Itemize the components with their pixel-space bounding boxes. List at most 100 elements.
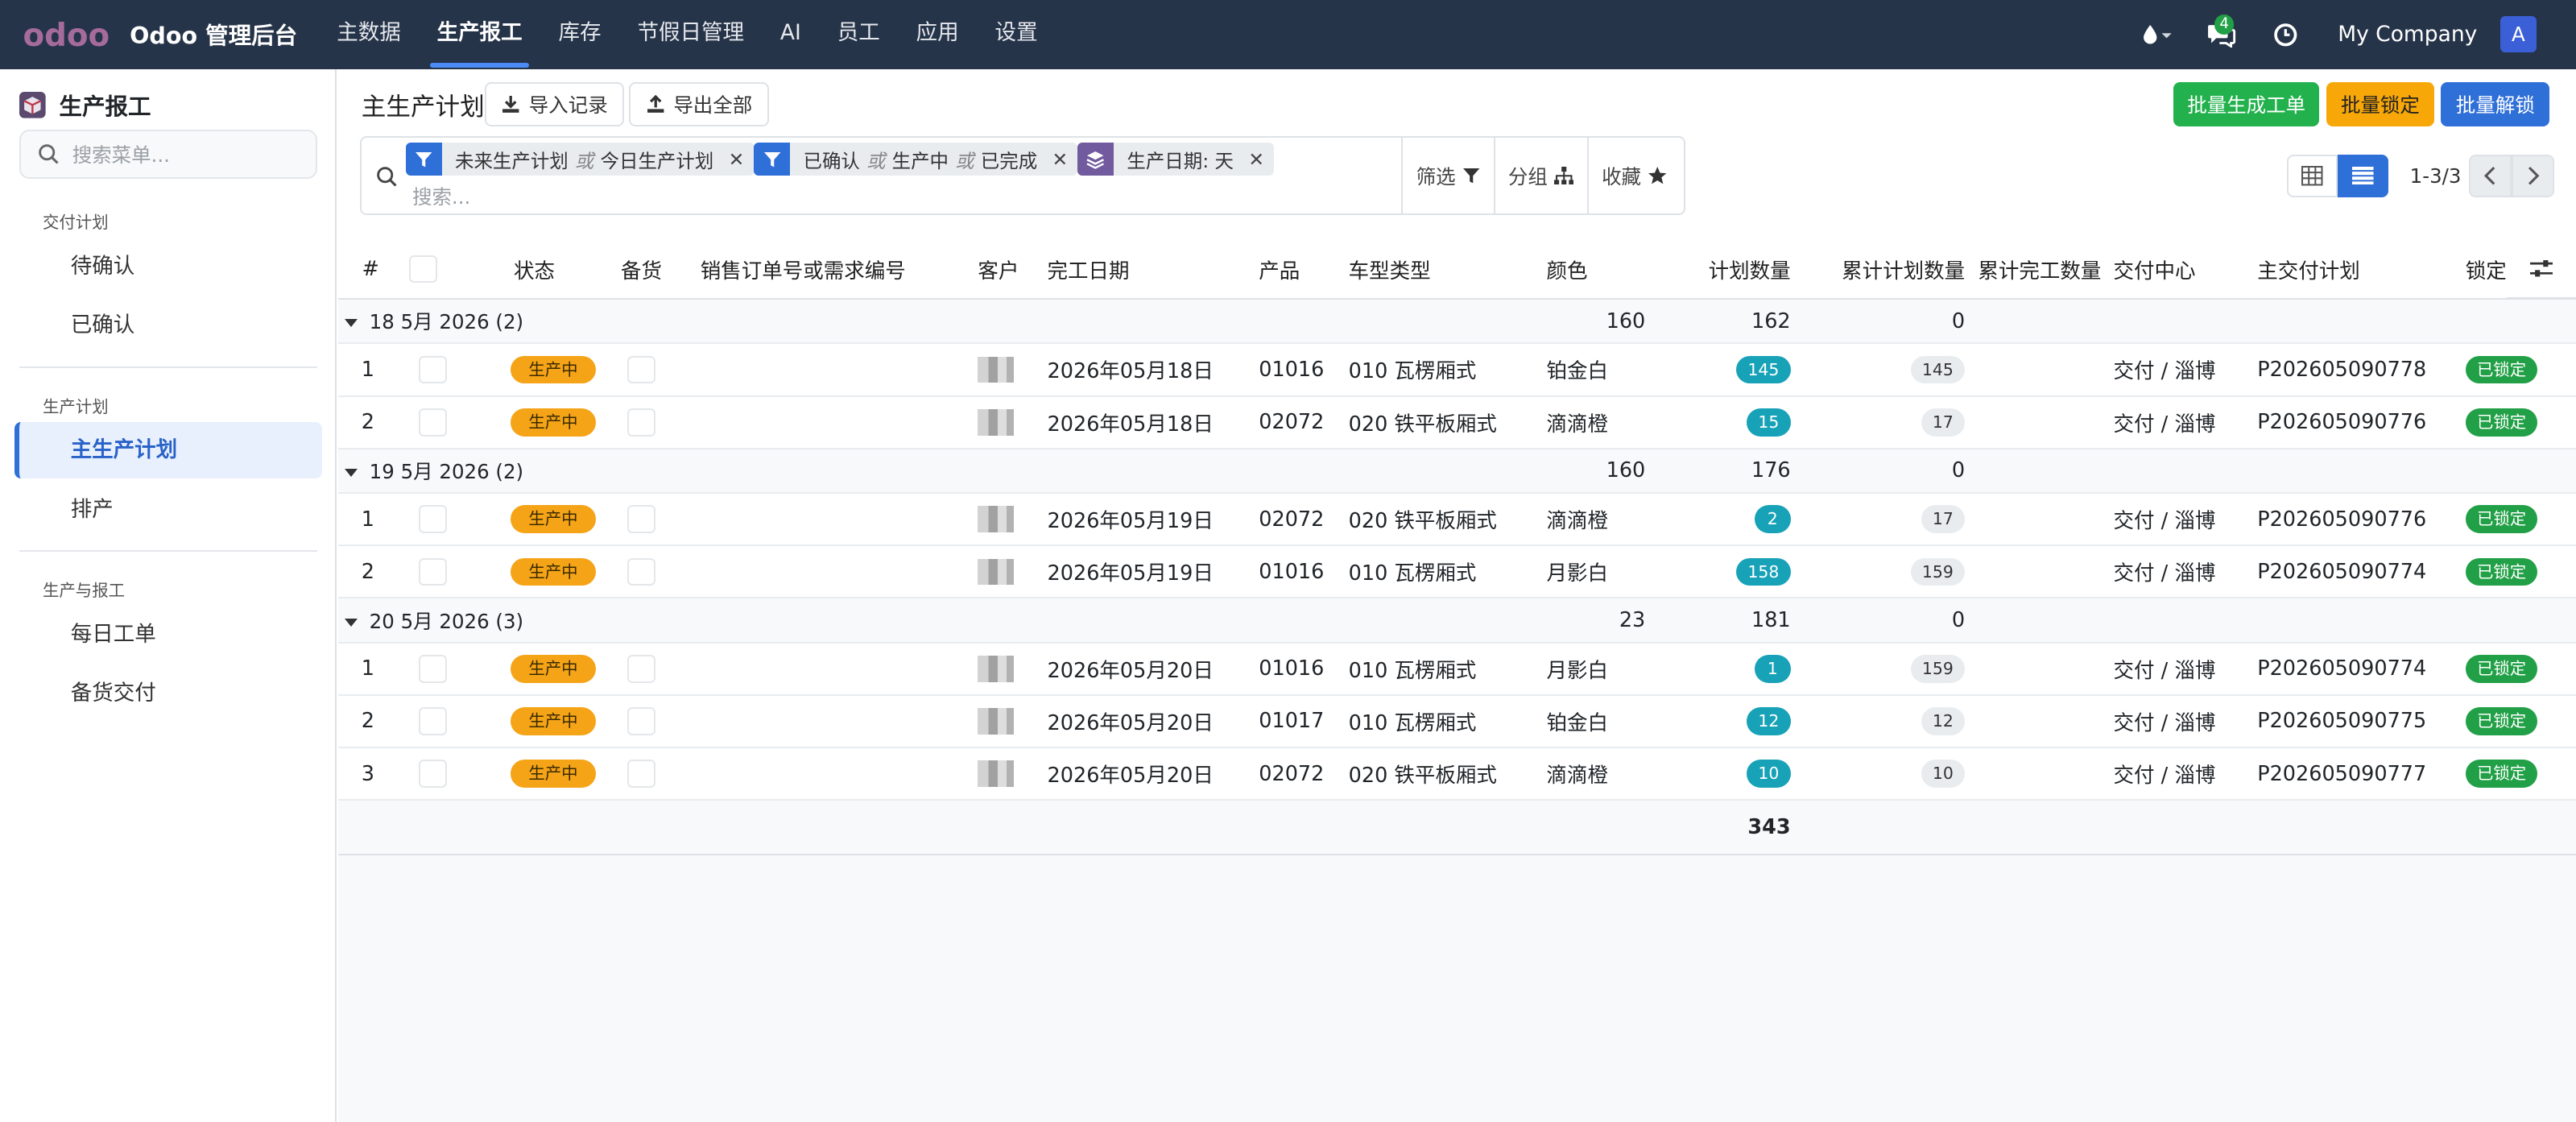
company-switcher[interactable]: My Company: [2338, 22, 2477, 47]
group-row[interactable]: 18 5月 2026 (2) 160 162 0: [338, 299, 2576, 345]
column-header[interactable]: 累计完工数量: [1971, 239, 2107, 300]
cumulative-plan-badge: 159: [1910, 557, 1966, 586]
product-cell: 02072: [1252, 492, 1342, 547]
status-cell: 生产中: [494, 642, 614, 696]
row-checkbox[interactable]: [419, 557, 448, 586]
row-checkbox[interactable]: [419, 355, 448, 384]
group-name[interactable]: 18 5月 2026 (2): [338, 299, 1540, 345]
nav-item[interactable]: 主数据: [320, 0, 417, 69]
column-header[interactable]: 颜色: [1540, 239, 1662, 300]
search-input[interactable]: 搜索...: [412, 182, 470, 210]
sidebar-item[interactable]: 每日工单: [14, 607, 321, 662]
column-header[interactable]: 交付中心: [2107, 239, 2251, 300]
pager-value[interactable]: 1-3/3: [2410, 164, 2462, 188]
stock-checkbox[interactable]: [627, 557, 655, 586]
delivery-center-cell: 交付 / 淄博: [2107, 694, 2251, 749]
column-header[interactable]: 销售订单号或需求编号: [693, 239, 972, 300]
cumulative-plan-cell: 12: [1797, 694, 1972, 749]
row-checkbox[interactable]: [419, 408, 448, 437]
select-all-checkbox[interactable]: [409, 255, 437, 284]
sidebar-item[interactable]: 主生产计划: [14, 422, 322, 478]
user-avatar[interactable]: A: [2500, 16, 2537, 53]
filter-facet[interactable]: 已确认或生产中或已完成 ✕: [754, 143, 1078, 176]
batch-generate-workorders-button[interactable]: 批量生成工单: [2173, 81, 2320, 127]
row-number: 2: [338, 694, 403, 749]
groupby-facet[interactable]: 生产日期: 天 ✕: [1077, 143, 1275, 176]
table-row[interactable]: 1 生产中 2026年05月19日 02072 020 铁平板厢式 滴滴橙 2 17 交付 / …: [338, 492, 2576, 547]
table-row[interactable]: 1 生产中 2026年05月20日 01016 010 瓦楞厢式 月影白 1 159 交付 / …: [338, 642, 2576, 696]
group-name[interactable]: 20 5月 2026 (3): [338, 598, 1540, 644]
nav-item[interactable]: 员工: [821, 0, 896, 69]
column-header[interactable]: 车型类型: [1342, 239, 1540, 300]
column-header[interactable]: 主交付计划: [2251, 239, 2459, 300]
chat-icon[interactable]: 4: [2190, 0, 2253, 69]
sidebar-item[interactable]: 排产: [14, 482, 321, 537]
table-row[interactable]: 2 生产中 2026年05月20日 01017 010 瓦楞厢式 铂金白 12 12 交付 / …: [338, 694, 2576, 749]
status-badge: 生产中: [510, 355, 597, 384]
column-header[interactable]: 状态: [494, 239, 614, 300]
stock-checkbox[interactable]: [627, 707, 655, 735]
remove-facet-icon[interactable]: ✕: [1248, 148, 1264, 171]
batch-lock-button[interactable]: 批量锁定: [2326, 81, 2435, 127]
stock-checkbox[interactable]: [627, 408, 655, 437]
nav-item[interactable]: 库存: [542, 0, 618, 69]
column-header[interactable]: 完工日期: [1040, 239, 1253, 300]
search-bar[interactable]: 未来生产计划或今日生产计划 ✕ 已确认或生产中或已完成 ✕ 生产日期: 天 ✕ 搜索...…: [359, 136, 1686, 216]
sidebar-item[interactable]: 已确认: [14, 297, 321, 353]
totals-empty-cell: [693, 800, 972, 855]
row-checkbox[interactable]: [419, 760, 448, 789]
drop-icon[interactable]: [2124, 0, 2190, 69]
row-select-cell: [403, 642, 494, 696]
group-row[interactable]: 19 5月 2026 (2) 160 176 0: [338, 448, 2576, 494]
column-header[interactable]: #: [338, 239, 403, 300]
totals-row: 343: [338, 800, 2576, 855]
pivot-view-button[interactable]: [2286, 154, 2338, 197]
batch-unlock-button[interactable]: 批量解锁: [2441, 81, 2550, 127]
status-cell: 生产中: [494, 492, 614, 547]
column-header[interactable]: [403, 239, 494, 300]
nav-item[interactable]: 设置: [978, 0, 1054, 69]
menu-search-input[interactable]: 搜索菜单...: [19, 130, 317, 180]
group-row[interactable]: 20 5月 2026 (3) 23 181 0: [338, 598, 2576, 644]
stock-checkbox[interactable]: [627, 505, 655, 533]
row-checkbox[interactable]: [419, 505, 448, 533]
table-row[interactable]: 3 生产中 2026年05月20日 02072 020 铁平板厢式 滴滴橙 10 10 交付 /…: [338, 747, 2576, 801]
import-records-button[interactable]: 导入记录: [484, 81, 625, 127]
optional-columns-toggle[interactable]: [2507, 239, 2576, 300]
column-header[interactable]: 累计计划数量: [1797, 239, 1972, 300]
remove-facet-icon[interactable]: ✕: [1052, 148, 1069, 171]
favorites-dropdown[interactable]: 收藏: [1586, 138, 1684, 214]
table-row[interactable]: 2 生产中 2026年05月19日 01016 010 瓦楞厢式 月影白 158 159 交付 …: [338, 545, 2576, 599]
order-number-cell: [693, 545, 972, 599]
odoo-logo[interactable]: odoo: [23, 18, 110, 54]
nav-item[interactable]: 应用: [899, 0, 975, 69]
table-row[interactable]: 1 生产中 2026年05月18日 01016 010 瓦楞厢式 铂金白 145 145 交付 …: [338, 343, 2576, 397]
export-all-button[interactable]: 导出全部: [629, 81, 769, 127]
column-header[interactable]: 产品: [1252, 239, 1342, 300]
filter-dropdown[interactable]: 筛选: [1401, 138, 1493, 214]
sidebar-item[interactable]: 待确认: [14, 238, 321, 294]
nav-item[interactable]: 生产报工: [420, 0, 539, 69]
nav-item[interactable]: AI: [764, 0, 818, 69]
row-checkbox[interactable]: [419, 707, 448, 735]
pager-previous-button[interactable]: [2469, 154, 2512, 197]
column-header[interactable]: 客户: [971, 239, 1041, 300]
remove-facet-icon[interactable]: ✕: [729, 148, 745, 171]
table-row[interactable]: 2 生产中 2026年05月18日 02072 020 铁平板厢式 滴滴橙 15 17 交付 /…: [338, 395, 2576, 449]
group-sum-cumulative: 0: [1797, 299, 1972, 345]
column-header[interactable]: 计划数量: [1661, 239, 1797, 300]
pager-next-button[interactable]: [2512, 154, 2555, 197]
row-checkbox[interactable]: [419, 654, 448, 683]
cumulative-plan-badge: 10: [1921, 760, 1966, 789]
nav-item[interactable]: 节假日管理: [621, 0, 760, 69]
stock-checkbox[interactable]: [627, 355, 655, 384]
column-header[interactable]: 备货: [614, 239, 694, 300]
list-view-button[interactable]: [2337, 154, 2389, 197]
groupby-dropdown[interactable]: 分组: [1493, 138, 1587, 214]
filter-facet[interactable]: 未来生产计划或今日生产计划 ✕: [405, 143, 755, 176]
stock-checkbox[interactable]: [627, 654, 655, 683]
sidebar-item[interactable]: 备货交付: [14, 665, 321, 721]
group-name[interactable]: 19 5月 2026 (2): [338, 448, 1540, 494]
clock-icon[interactable]: [2252, 0, 2318, 69]
stock-checkbox[interactable]: [627, 760, 655, 789]
